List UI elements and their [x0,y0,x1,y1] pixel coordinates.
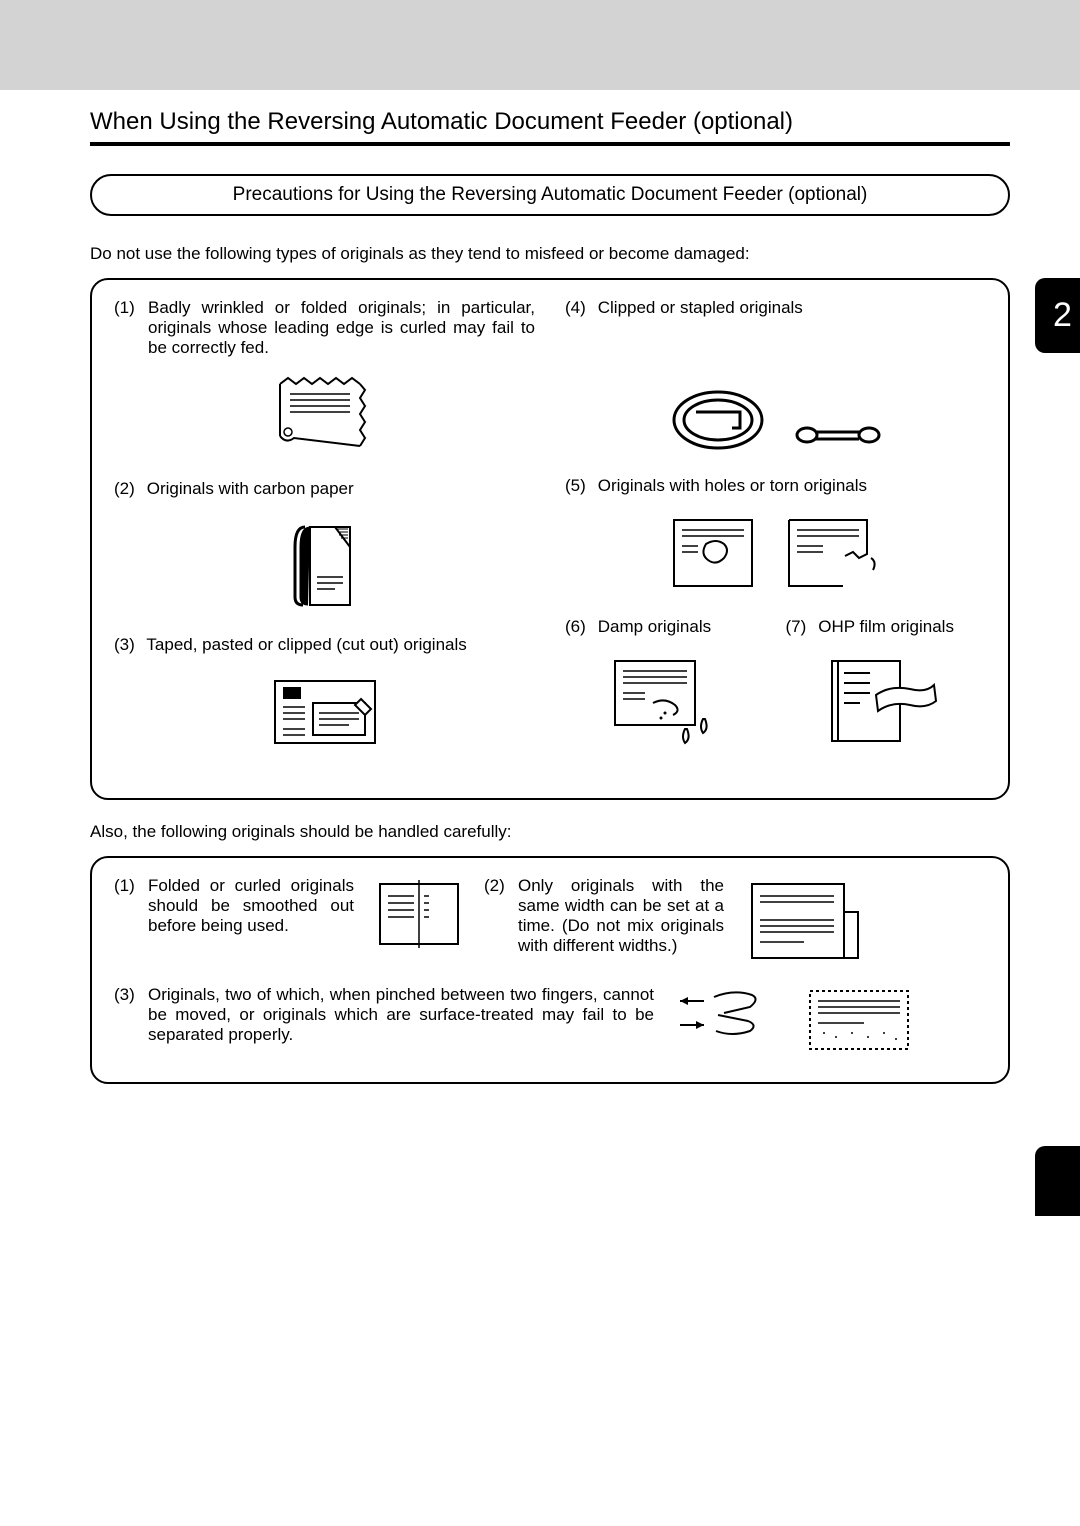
intro-text-1: Do not use the following types of origin… [90,244,1010,264]
item-7-text: OHP film originals [818,617,954,636]
page-title: When Using the Reversing Automatic Docum… [90,108,1010,136]
wrinkled-paper-icon [114,376,535,461]
taped-paper-icon [114,673,535,758]
item-6-num: (6) [565,617,593,637]
careful-1-num: (1) [114,876,142,971]
item-7: (7) OHP film originals [786,617,987,637]
ohp-film-icon [786,655,987,755]
careful-box: (1) Folded or curled originals should be… [90,856,1010,1084]
left-column: (1) Badly wrinkled or folded originals; … [114,298,535,776]
careful-2: (2) Only originals with the same width c… [484,876,724,971]
header-gray-band [0,0,1080,90]
careful-1-text: Folded or curled originals should be smo… [148,876,354,971]
precautions-box: (1) Badly wrinkled or folded originals; … [90,278,1010,800]
item-6-text: Damp originals [598,617,711,636]
item-4: (4) Clipped or stapled originals [565,298,986,318]
chapter-tab: 2 [1035,278,1080,353]
careful-2-text: Only originals with the same width can b… [518,876,724,971]
item-5-text: Originals with holes or torn originals [598,476,867,495]
careful-2-num: (2) [484,876,512,971]
title-rule [90,142,1010,146]
pinched-originals-icon [674,985,784,1060]
item-6: (6) Damp originals [565,617,766,637]
folded-original-icon [374,876,464,971]
clipped-stapled-icon [565,388,986,458]
damp-originals-icon [565,655,766,755]
item-7-num: (7) [786,617,814,637]
item-2: (2) Originals with carbon paper [114,479,535,499]
section-pill: Precautions for Using the Reversing Auto… [90,174,1010,216]
item-5-num: (5) [565,476,593,496]
item-3-text: Taped, pasted or clipped (cut out) origi… [146,635,466,654]
stuck-sheets-icon [804,985,914,1060]
item-4-text: Clipped or stapled originals [598,298,803,317]
item-2-num: (2) [114,479,142,499]
item-1-text: Badly wrinkled or folded originals; in p… [148,298,535,358]
mixed-width-icon [744,876,864,971]
item-3-num: (3) [114,635,142,655]
careful-3: (3) Originals, two of which, when pinche… [114,985,654,1060]
holes-torn-icon [565,514,986,599]
page-content: 2 When Using the Reversing Automatic Doc… [0,108,1080,1166]
intro-text-2: Also, the following originals should be … [90,822,1010,842]
item-1-num: (1) [114,298,142,358]
right-column: (4) Clipped or stapled originals [565,298,986,776]
careful-1: (1) Folded or curled originals should be… [114,876,354,971]
footer-black-tab [1035,1146,1080,1216]
item-2-text: Originals with carbon paper [147,479,354,498]
item-4-num: (4) [565,298,593,318]
item-3: (3) Taped, pasted or clipped (cut out) o… [114,635,535,655]
careful-3-text: Originals, two of which, when pinched be… [148,985,654,1060]
careful-3-num: (3) [114,985,142,1060]
item-5: (5) Originals with holes or torn origina… [565,476,986,496]
item-1: (1) Badly wrinkled or folded originals; … [114,298,535,358]
carbon-paper-icon [114,517,535,617]
